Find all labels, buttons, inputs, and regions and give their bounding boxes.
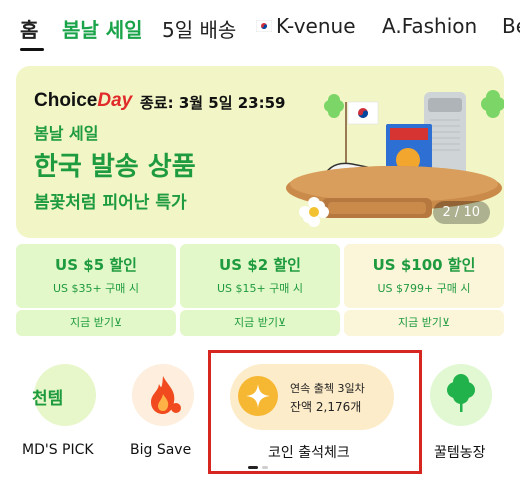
korea-flag-icon (255, 19, 273, 33)
shortcut-label: MD'S PICK (22, 442, 94, 458)
mds-pick-icon: 천템 (32, 364, 96, 426)
choiceday-logo: ChoiceDay (34, 90, 133, 111)
coupon-card[interactable]: US $5 할인 US $35+ 구매 시 (16, 244, 176, 308)
tab-k-venue-label: K-venue (276, 14, 356, 38)
promo-banner[interactable]: ChoiceDay 종료: 3월 5일 23:59 봄날 세일 한국 발송 상품… (16, 66, 504, 238)
tab-home[interactable]: 홈 (20, 14, 38, 43)
coupon-condition: US $35+ 구매 시 (52, 282, 140, 295)
flame-icon (132, 364, 194, 426)
highlight-box (208, 350, 422, 474)
clover-icon (430, 364, 492, 426)
tab-beauty[interactable]: Be (502, 14, 520, 38)
tab-spring-sale[interactable]: 봄날 세일 (62, 14, 143, 43)
mds-pick-badge: 천템 (32, 389, 64, 409)
coupon-condition: US $15+ 구매 시 (216, 282, 304, 295)
banner-subtitle: 봄날 세일 (34, 124, 99, 143)
banner-tagline: 봄꽃처럼 피어난 특가 (34, 193, 187, 213)
tab-k-venue[interactable]: K-venue (255, 14, 356, 38)
tab-a-fashion[interactable]: A.Fashion (382, 14, 477, 38)
tab-5day-delivery[interactable]: 5일 배송 (162, 14, 236, 43)
top-category-nav: 홈 봄날 세일 5일 배송 K-venue A.Fashion Be (0, 0, 520, 60)
shortcut-label: 꿀템농장 (434, 445, 486, 461)
coupon-card[interactable]: US $2 할인 US $15+ 구매 시 (180, 244, 340, 308)
banner-title: 한국 발송 상품 (34, 152, 196, 182)
coupon-amount: US $2 할인 (219, 256, 301, 274)
claim-coupon-button[interactable]: 지금 받기⊻ (180, 310, 340, 336)
coupon-card[interactable]: US $100 할인 US $799+ 구매 시 (344, 244, 504, 308)
coupon-amount: US $100 할인 (372, 256, 476, 274)
claim-coupon-button[interactable]: 지금 받기⊻ (16, 310, 176, 336)
claim-coupon-button[interactable]: 지금 받기⊻ (344, 310, 504, 336)
active-tab-indicator (20, 48, 44, 51)
banner-page-indicator: 2 / 10 (432, 201, 490, 224)
shortcut-label: Big Save (130, 442, 192, 458)
coupon-condition: US $799+ 구매 시 (377, 282, 471, 295)
coupon-amount: US $5 할인 (55, 256, 137, 274)
